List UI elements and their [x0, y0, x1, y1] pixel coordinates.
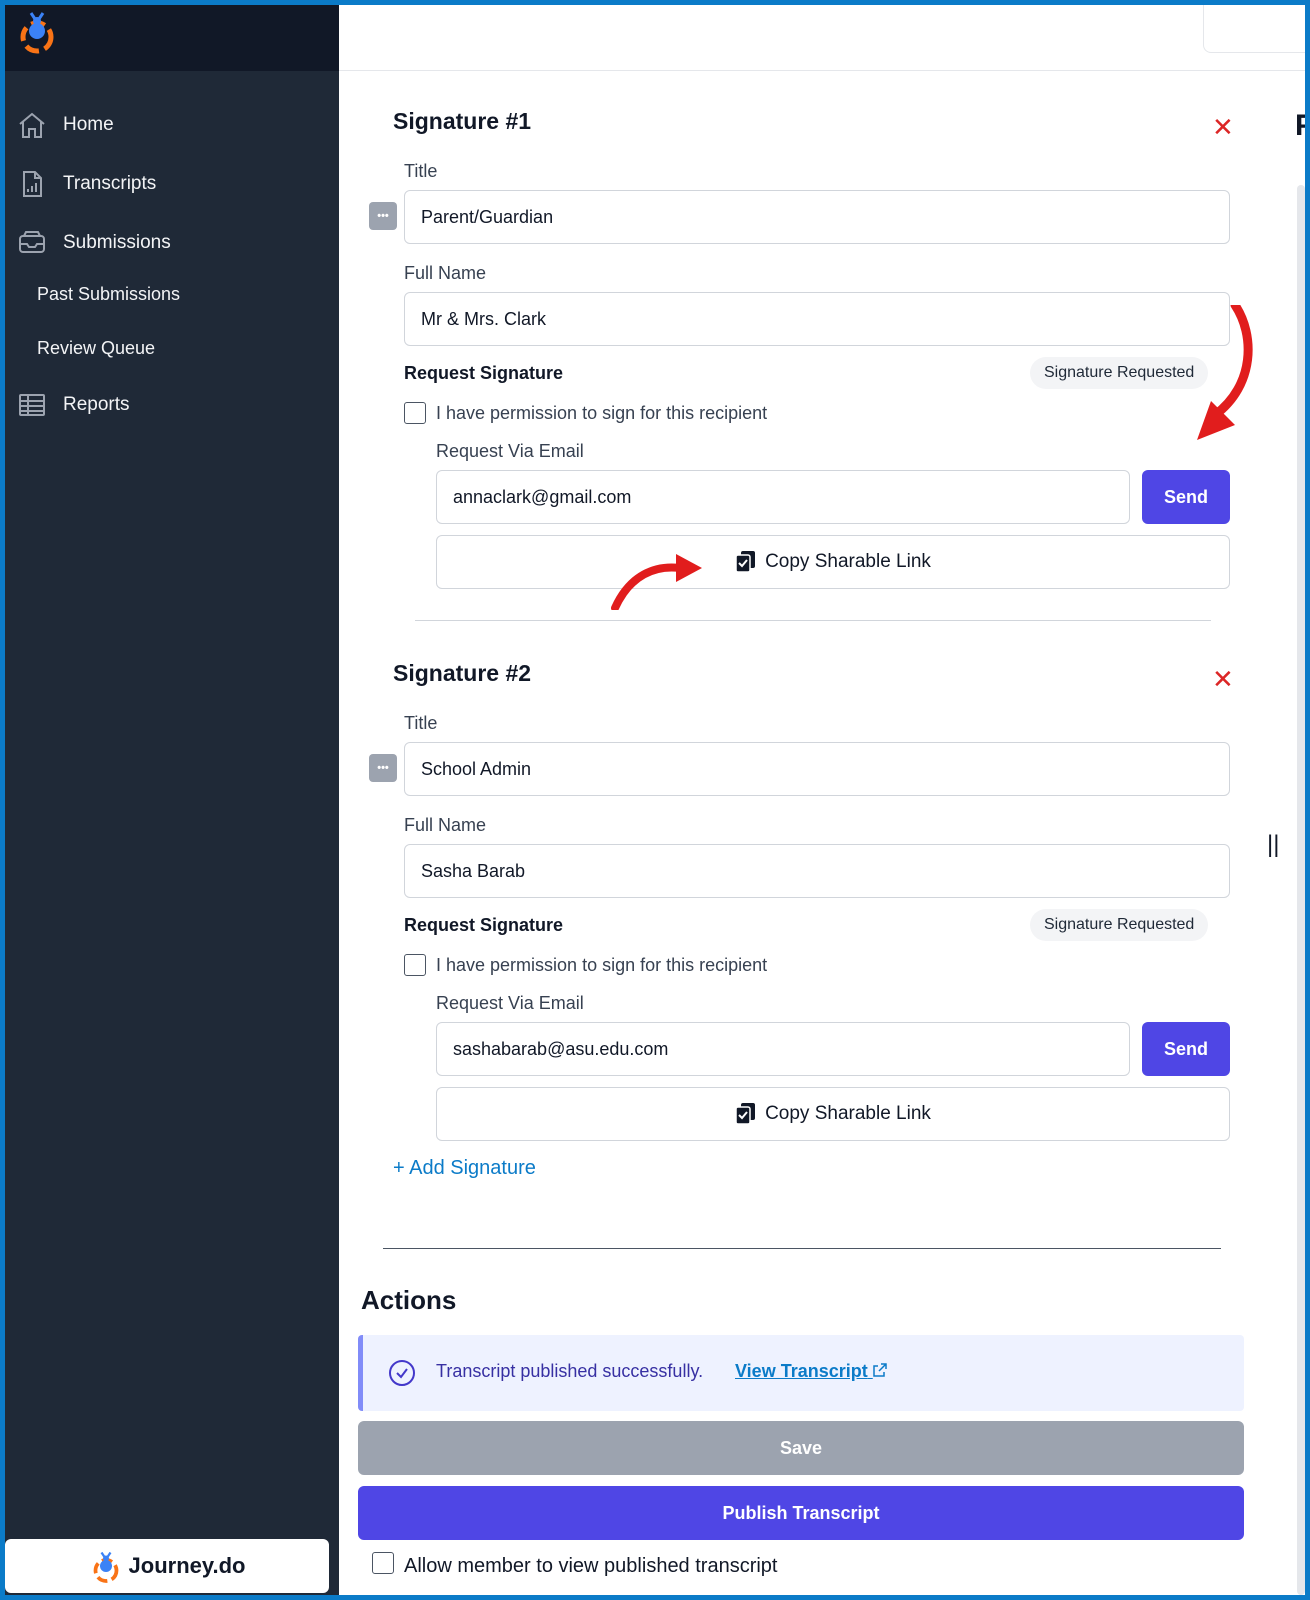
remove-signature-icon[interactable]: ✕ [1212, 114, 1234, 140]
sidebar: Home Transcripts Submissions Past Submis… [5, 5, 339, 1595]
allow-view-label: Allow member to view published transcrip… [404, 1555, 778, 1577]
scrollbar[interactable] [1297, 185, 1305, 1595]
document-chart-icon [23, 171, 42, 197]
full-name-input[interactable]: Sasha Barab [404, 844, 1230, 898]
sidebar-item-label: Home [63, 114, 114, 135]
title-input[interactable]: Parent/Guardian [404, 190, 1230, 244]
permission-label: I have permission to sign for this recip… [436, 955, 768, 975]
top-bar-control[interactable] [1203, 5, 1305, 53]
brand-footer[interactable]: Journey.do [5, 1539, 329, 1593]
clipboard-check-icon [735, 1103, 756, 1125]
publish-button[interactable]: Publish Transcript [358, 1486, 1244, 1540]
success-alert: Transcript published successfully. View … [358, 1335, 1244, 1411]
email-input[interactable]: annaclark@gmail.com [436, 470, 1130, 524]
status-badge: Signature Requested [1030, 909, 1209, 941]
email-label: Request Via Email [436, 993, 584, 1013]
top-bar [339, 5, 1305, 71]
permission-checkbox[interactable] [404, 954, 426, 976]
full-name-label: Full Name [404, 815, 487, 835]
full-name-input[interactable]: Mr & Mrs. Clark [404, 292, 1230, 346]
allow-view-checkbox[interactable] [372, 1552, 394, 1574]
full-name-label: Full Name [404, 263, 487, 283]
sidebar-item-past-submissions[interactable]: Past Submissions [37, 284, 180, 305]
sidebar-item-submissions[interactable]: Submissions [5, 221, 339, 265]
send-button[interactable]: Send [1142, 1022, 1230, 1076]
sidebar-item-home[interactable]: Home [5, 103, 339, 147]
home-icon [19, 112, 45, 138]
permission-checkbox[interactable] [404, 402, 426, 424]
email-label: Request Via Email [436, 441, 584, 461]
sidebar-item-transcripts[interactable]: Transcripts [5, 162, 339, 206]
table-icon [19, 394, 45, 416]
app-window: Home Transcripts Submissions Past Submis… [5, 5, 1305, 1595]
copy-link-button[interactable]: Copy Sharable Link [436, 1087, 1230, 1141]
title-label: Title [404, 161, 438, 181]
send-button[interactable]: Send [1142, 470, 1230, 524]
right-panel-heading: P [1295, 109, 1305, 143]
drag-handle-icon[interactable]: ••• [369, 754, 397, 782]
sidebar-item-label: Reports [63, 394, 130, 415]
add-signature-link[interactable]: + Add Signature [393, 1157, 536, 1180]
email-input[interactable]: sashabarab@asu.edu.com [436, 1022, 1130, 1076]
copy-link-button[interactable]: Copy Sharable Link [436, 535, 1230, 589]
section-divider [383, 1248, 1221, 1249]
sidebar-item-label: Transcripts [63, 173, 157, 194]
resize-handle-icon[interactable]: || [1267, 831, 1279, 859]
sidebar-header [5, 5, 339, 71]
title-input[interactable]: School Admin [404, 742, 1230, 796]
permission-label: I have permission to sign for this recip… [436, 403, 768, 423]
alert-message: Transcript published successfully. [436, 1361, 704, 1381]
actions-heading: Actions [361, 1285, 457, 1315]
status-badge: Signature Requested [1030, 357, 1209, 389]
clipboard-check-icon [735, 551, 756, 573]
save-button[interactable]: Save [358, 1421, 1244, 1475]
request-signature-label: Request Signature [404, 915, 564, 935]
remove-signature-icon[interactable]: ✕ [1212, 666, 1234, 692]
signature-heading: Signature #2 [393, 660, 532, 686]
signature-divider [415, 620, 1211, 621]
view-transcript-link[interactable]: View Transcript [735, 1361, 887, 1382]
signature-heading: Signature #1 [393, 108, 532, 134]
copy-link-label: Copy Sharable Link [765, 1103, 931, 1124]
sidebar-item-label: Submissions [63, 232, 171, 253]
journey-logo-icon[interactable] [15, 7, 59, 55]
request-signature-label: Request Signature [404, 363, 564, 383]
brand-name: Journey.do [128, 1553, 246, 1578]
external-link-icon [873, 1363, 887, 1377]
sidebar-item-reports[interactable]: Reports [5, 383, 339, 427]
title-label: Title [404, 713, 438, 733]
journey-logo-icon [93, 1551, 118, 1583]
drag-handle-icon[interactable]: ••• [369, 202, 397, 230]
inbox-icon [19, 231, 45, 253]
copy-link-label: Copy Sharable Link [765, 551, 931, 572]
check-circle-icon [389, 1360, 415, 1386]
sidebar-item-review-queue[interactable]: Review Queue [37, 338, 155, 359]
